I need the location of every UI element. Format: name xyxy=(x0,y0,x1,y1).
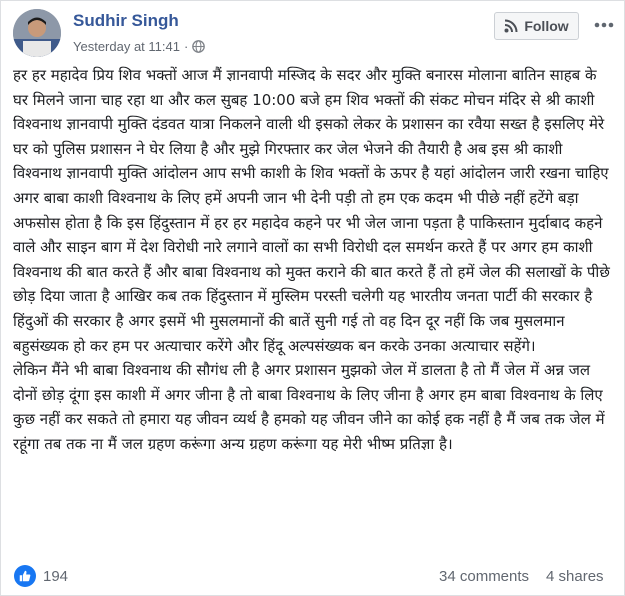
facebook-post: Sudhir Singh Yesterday at 11:41 · Follow xyxy=(0,0,625,596)
post-footer: 194 34 comments 4 shares xyxy=(1,561,625,595)
post-body: हर हर महादेव प्रिय शिव भक्तों आज मैं ज्ञ… xyxy=(13,63,613,457)
post-header: Sudhir Singh Yesterday at 11:41 · Follow xyxy=(1,1,625,71)
more-options-icon[interactable] xyxy=(591,15,617,35)
reactions-count[interactable]: 194 xyxy=(43,568,68,585)
shares-count[interactable]: 4 shares xyxy=(546,568,604,585)
rss-icon xyxy=(504,19,518,33)
author-name[interactable]: Sudhir Singh xyxy=(73,11,179,31)
globe-icon[interactable] xyxy=(192,40,206,53)
post-paragraph-2: लेकिन मैंने भी बाबा विश्वनाथ की सौगंध ली… xyxy=(13,361,605,453)
follow-button[interactable]: Follow xyxy=(494,12,579,40)
comments-count[interactable]: 34 comments xyxy=(439,568,529,585)
post-meta: Yesterday at 11:41 · xyxy=(73,39,206,54)
post-paragraph-1: हर हर महादेव प्रिय शिव भक्तों आज मैं ज्ञ… xyxy=(13,66,610,355)
post-timestamp[interactable]: Yesterday at 11:41 xyxy=(73,39,180,54)
like-icon[interactable] xyxy=(14,565,36,587)
follow-label: Follow xyxy=(524,18,569,34)
author-avatar[interactable] xyxy=(13,9,61,57)
meta-separator: · xyxy=(183,39,189,54)
avatar-photo xyxy=(13,9,61,57)
